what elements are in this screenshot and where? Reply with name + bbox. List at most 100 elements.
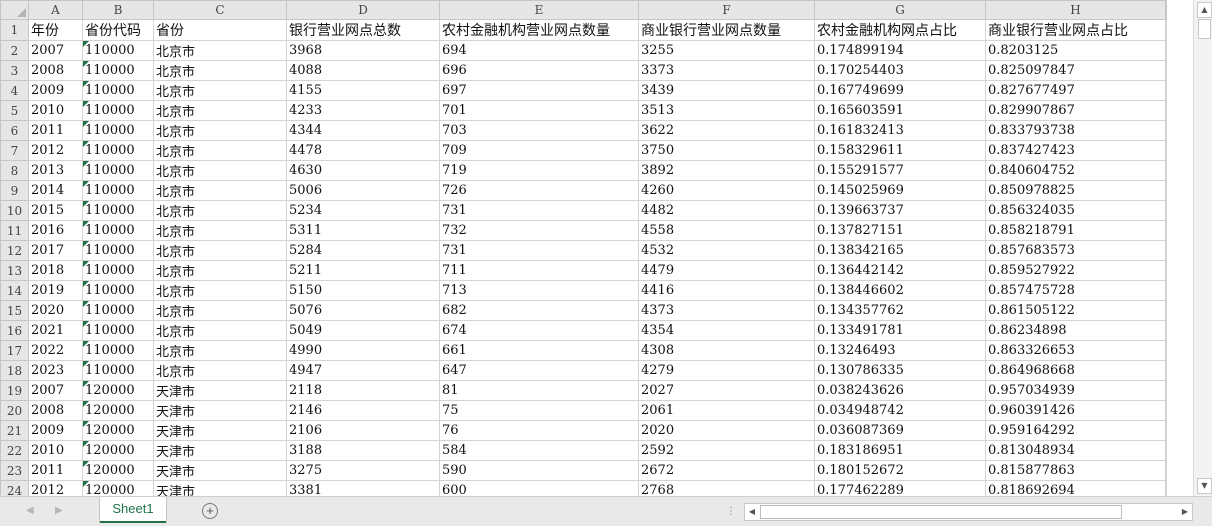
cell-e12[interactable]: 731 bbox=[439, 240, 639, 261]
cell-g2[interactable]: 0.174899194 bbox=[814, 40, 986, 61]
cell-b7[interactable]: 110000 bbox=[82, 140, 154, 161]
cell-e16[interactable]: 674 bbox=[439, 320, 639, 341]
cell-e14[interactable]: 713 bbox=[439, 280, 639, 301]
cell-d13[interactable]: 5211 bbox=[286, 260, 440, 281]
cell-e3[interactable]: 696 bbox=[439, 60, 639, 81]
cell-a4[interactable]: 2009 bbox=[28, 80, 83, 101]
cell-g14[interactable]: 0.138446602 bbox=[814, 280, 986, 301]
cell-a5[interactable]: 2010 bbox=[28, 100, 83, 121]
row-header[interactable]: 15 bbox=[0, 300, 29, 321]
cell-d7[interactable]: 4478 bbox=[286, 140, 440, 161]
cell-h17[interactable]: 0.863326653 bbox=[985, 340, 1166, 361]
cell-d9[interactable]: 5006 bbox=[286, 180, 440, 201]
cell-h20[interactable]: 0.960391426 bbox=[985, 400, 1166, 421]
scroll-left-icon[interactable]: ◀ bbox=[745, 504, 759, 520]
empty-cell[interactable] bbox=[1165, 100, 1167, 121]
cell-b5[interactable]: 110000 bbox=[82, 100, 154, 121]
row-header[interactable]: 21 bbox=[0, 420, 29, 441]
cell-h13[interactable]: 0.859527922 bbox=[985, 260, 1166, 281]
cell-e8[interactable]: 719 bbox=[439, 160, 639, 181]
cell-b9[interactable]: 110000 bbox=[82, 180, 154, 201]
cell-f15[interactable]: 4373 bbox=[638, 300, 815, 321]
cell-a15[interactable]: 2020 bbox=[28, 300, 83, 321]
cell-f8[interactable]: 3892 bbox=[638, 160, 815, 181]
scroll-up-icon[interactable]: ▲ bbox=[1197, 2, 1212, 18]
cell-d20[interactable]: 2146 bbox=[286, 400, 440, 421]
cell-b24[interactable]: 120000 bbox=[82, 480, 154, 496]
cell-f4[interactable]: 3439 bbox=[638, 80, 815, 101]
add-sheet-icon[interactable]: + bbox=[202, 503, 218, 519]
cell-h9[interactable]: 0.850978825 bbox=[985, 180, 1166, 201]
cell-g24[interactable]: 0.177462289 bbox=[814, 480, 986, 496]
cell-e13[interactable]: 711 bbox=[439, 260, 639, 281]
cell-a13[interactable]: 2018 bbox=[28, 260, 83, 281]
cell-e18[interactable]: 647 bbox=[439, 360, 639, 381]
cell-g8[interactable]: 0.155291577 bbox=[814, 160, 986, 181]
row-header[interactable]: 11 bbox=[0, 220, 29, 241]
empty-cell[interactable] bbox=[1165, 460, 1167, 481]
cell-g10[interactable]: 0.139663737 bbox=[814, 200, 986, 221]
cell-b12[interactable]: 110000 bbox=[82, 240, 154, 261]
cell-c23[interactable]: 天津市 bbox=[153, 460, 287, 481]
cell-f20[interactable]: 2061 bbox=[638, 400, 815, 421]
cell-b15[interactable]: 110000 bbox=[82, 300, 154, 321]
cell-b23[interactable]: 120000 bbox=[82, 460, 154, 481]
column-header-c[interactable]: C bbox=[153, 0, 287, 20]
row-header[interactable]: 13 bbox=[0, 260, 29, 281]
cell-f23[interactable]: 2672 bbox=[638, 460, 815, 481]
empty-cell[interactable] bbox=[1165, 200, 1167, 221]
cell-h14[interactable]: 0.857475728 bbox=[985, 280, 1166, 301]
cell-g20[interactable]: 0.034948742 bbox=[814, 400, 986, 421]
cell-d19[interactable]: 2118 bbox=[286, 380, 440, 401]
cell-c9[interactable]: 北京市 bbox=[153, 180, 287, 201]
cell-c8[interactable]: 北京市 bbox=[153, 160, 287, 181]
cell-c24[interactable]: 天津市 bbox=[153, 480, 287, 496]
cell-f11[interactable]: 4558 bbox=[638, 220, 815, 241]
cell-c2[interactable]: 北京市 bbox=[153, 40, 287, 61]
row-header[interactable]: 9 bbox=[0, 180, 29, 201]
cell-g3[interactable]: 0.170254403 bbox=[814, 60, 986, 81]
cell-f24[interactable]: 2768 bbox=[638, 480, 815, 496]
cell-b10[interactable]: 110000 bbox=[82, 200, 154, 221]
row-header[interactable]: 10 bbox=[0, 200, 29, 221]
horizontal-scrollbar[interactable]: ◀ ▶ bbox=[744, 503, 1193, 521]
cell-h22[interactable]: 0.813048934 bbox=[985, 440, 1166, 461]
scroll-right-icon[interactable]: ▶ bbox=[1178, 504, 1192, 520]
cell-e6[interactable]: 703 bbox=[439, 120, 639, 141]
cell-g7[interactable]: 0.158329611 bbox=[814, 140, 986, 161]
cell-d23[interactable]: 3275 bbox=[286, 460, 440, 481]
cell-f22[interactable]: 2592 bbox=[638, 440, 815, 461]
row-header[interactable]: 8 bbox=[0, 160, 29, 181]
cell-b19[interactable]: 120000 bbox=[82, 380, 154, 401]
cell-b1[interactable]: 省份代码 bbox=[82, 19, 154, 41]
select-all-corner[interactable] bbox=[0, 0, 29, 20]
row-header[interactable]: 24 bbox=[0, 480, 29, 496]
cell-d16[interactable]: 5049 bbox=[286, 320, 440, 341]
cell-c14[interactable]: 北京市 bbox=[153, 280, 287, 301]
cell-a21[interactable]: 2009 bbox=[28, 420, 83, 441]
cell-e2[interactable]: 694 bbox=[439, 40, 639, 61]
cell-b6[interactable]: 110000 bbox=[82, 120, 154, 141]
empty-cell[interactable] bbox=[1165, 40, 1167, 61]
cell-c10[interactable]: 北京市 bbox=[153, 200, 287, 221]
cell-h16[interactable]: 0.86234898 bbox=[985, 320, 1166, 341]
column-header-f[interactable]: F bbox=[638, 0, 815, 20]
scroll-down-icon[interactable]: ▼ bbox=[1197, 478, 1212, 494]
cell-d14[interactable]: 5150 bbox=[286, 280, 440, 301]
cell-h2[interactable]: 0.8203125 bbox=[985, 40, 1166, 61]
row-header[interactable]: 7 bbox=[0, 140, 29, 161]
row-header[interactable]: 17 bbox=[0, 340, 29, 361]
cell-f19[interactable]: 2027 bbox=[638, 380, 815, 401]
row-header[interactable]: 23 bbox=[0, 460, 29, 481]
cell-h19[interactable]: 0.957034939 bbox=[985, 380, 1166, 401]
row-header[interactable]: 2 bbox=[0, 40, 29, 61]
cell-c13[interactable]: 北京市 bbox=[153, 260, 287, 281]
cell-g9[interactable]: 0.145025969 bbox=[814, 180, 986, 201]
cell-g13[interactable]: 0.136442142 bbox=[814, 260, 986, 281]
cell-b17[interactable]: 110000 bbox=[82, 340, 154, 361]
cell-f10[interactable]: 4482 bbox=[638, 200, 815, 221]
cell-a17[interactable]: 2022 bbox=[28, 340, 83, 361]
cell-a20[interactable]: 2008 bbox=[28, 400, 83, 421]
cell-d6[interactable]: 4344 bbox=[286, 120, 440, 141]
column-header-h[interactable]: H bbox=[985, 0, 1166, 20]
